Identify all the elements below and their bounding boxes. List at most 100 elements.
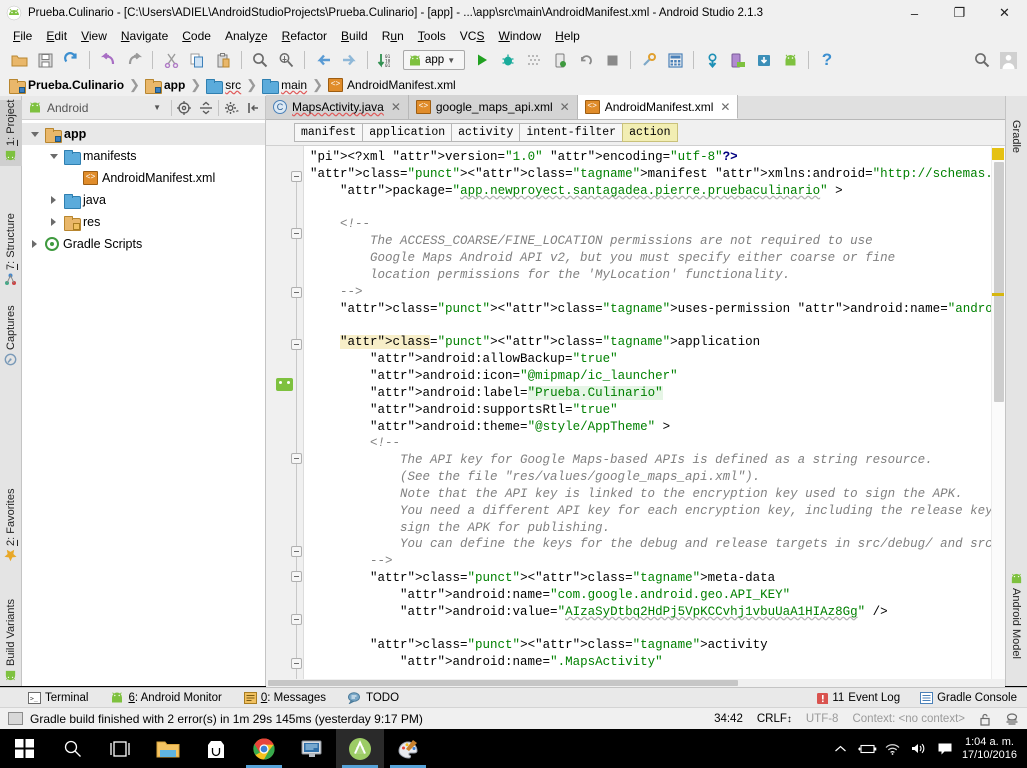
left-tool-tab-captures[interactable]: Captures: [0, 302, 22, 370]
tree-item-gradle-scripts[interactable]: Gradle Scripts: [22, 233, 265, 255]
code-content[interactable]: "pi"><?xml "attr">version="1.0" "attr">e…: [304, 146, 991, 686]
tree-item-manifests[interactable]: manifests: [22, 145, 265, 167]
menu-build[interactable]: Build: [334, 27, 375, 45]
fold-marker[interactable]: [291, 228, 302, 239]
left-tool-tab-1-project[interactable]: 1: Project: [0, 100, 22, 166]
xml-breadcrumb-application[interactable]: application: [362, 123, 453, 142]
taskbar-clock[interactable]: 1:04 a. m. 17/10/2016: [958, 736, 1027, 762]
xml-breadcrumb-action[interactable]: action: [622, 123, 678, 142]
menu-help[interactable]: Help: [548, 27, 587, 45]
menu-view[interactable]: View: [74, 27, 114, 45]
sync-gradle-icon[interactable]: [701, 49, 723, 71]
search-everywhere-icon[interactable]: [971, 49, 993, 71]
wifi-icon[interactable]: [880, 729, 906, 768]
close-icon[interactable]: ✕: [391, 100, 401, 114]
inspection-icon[interactable]: [1005, 712, 1019, 726]
find-icon[interactable]: [249, 49, 271, 71]
breadcrumb-item-main[interactable]: main: [259, 78, 310, 94]
warning-tick-marker[interactable]: [992, 293, 1004, 296]
close-icon[interactable]: ✕: [560, 100, 570, 114]
attach-debugger-icon[interactable]: [549, 49, 571, 71]
sdk-manager-icon[interactable]: [638, 49, 660, 71]
menu-run[interactable]: Run: [375, 27, 411, 45]
bottom-tool-terminal[interactable]: >_ Terminal: [28, 691, 88, 704]
help-icon[interactable]: ?: [816, 49, 838, 71]
android-gutter-icon[interactable]: [276, 378, 293, 391]
menu-edit[interactable]: Edit: [39, 27, 74, 45]
menu-window[interactable]: Window: [491, 27, 548, 45]
caret-position[interactable]: 34:42: [714, 713, 743, 725]
search-icon[interactable]: [48, 729, 96, 768]
status-message[interactable]: Gradle build finished with 2 error(s) in…: [30, 712, 423, 726]
close-icon[interactable]: ✕: [720, 100, 730, 114]
menu-file[interactable]: File: [6, 27, 39, 45]
fold-marker[interactable]: [291, 287, 302, 298]
menu-analyze[interactable]: Analyze: [218, 27, 275, 45]
editor-gutter[interactable]: [266, 146, 304, 686]
sync-icon[interactable]: [60, 49, 82, 71]
bottom-tool-event-log[interactable]: 11 Event Log: [817, 692, 900, 704]
minimize-button[interactable]: –: [892, 0, 937, 26]
user-avatar-icon[interactable]: [997, 49, 1019, 71]
tree-item-app[interactable]: app: [22, 123, 265, 145]
fold-marker[interactable]: [291, 339, 302, 350]
open-folder-icon[interactable]: [8, 49, 30, 71]
stop-icon[interactable]: [601, 49, 623, 71]
back-icon[interactable]: [312, 49, 334, 71]
hide-icon[interactable]: [243, 98, 263, 118]
warning-marker[interactable]: [992, 148, 1004, 160]
target-icon[interactable]: [174, 98, 194, 118]
right-tool-tab-gradle[interactable]: Gradle: [1005, 100, 1027, 158]
line-separator[interactable]: CRLF↕: [757, 713, 792, 725]
collapse-all-icon[interactable]: [196, 98, 216, 118]
settings-gear-icon[interactable]: [221, 98, 241, 118]
tree-item-java[interactable]: java: [22, 189, 265, 211]
run-configuration-selector[interactable]: app ▼: [403, 50, 465, 70]
xml-breadcrumb-manifest[interactable]: manifest: [294, 123, 364, 142]
breadcrumb-item-prueba-culinario[interactable]: Prueba.Culinario: [6, 78, 127, 94]
editor-horizontal-scrollbar[interactable]: [266, 679, 1005, 687]
context-indicator[interactable]: Context: <no context>: [852, 713, 965, 725]
coverage-icon[interactable]: [523, 49, 545, 71]
menu-navigate[interactable]: Navigate: [114, 27, 175, 45]
bottom-tool-messages[interactable]: 0: Messages: [243, 691, 326, 704]
menu-code[interactable]: Code: [175, 27, 218, 45]
fold-marker[interactable]: [291, 658, 302, 669]
close-button[interactable]: ✕: [982, 0, 1027, 26]
volume-icon[interactable]: [906, 729, 932, 768]
copy-icon[interactable]: [186, 49, 208, 71]
battery-icon[interactable]: [854, 729, 880, 768]
chevron-down-icon[interactable]: ▼: [447, 56, 455, 65]
download-icon[interactable]: [753, 49, 775, 71]
rerun-icon[interactable]: [575, 49, 597, 71]
editor-tab-google-maps-api-xml[interactable]: <> google_maps_api.xml ✕: [408, 95, 578, 119]
android-studio-icon[interactable]: [336, 729, 384, 768]
replace-icon[interactable]: [275, 49, 297, 71]
fold-marker[interactable]: [291, 614, 302, 625]
chevron-up-icon[interactable]: [828, 729, 854, 768]
google-chrome-icon[interactable]: [240, 729, 288, 768]
file-explorer-icon[interactable]: [144, 729, 192, 768]
breadcrumb-item-src[interactable]: src: [203, 78, 244, 94]
tree-item-res[interactable]: res: [22, 211, 265, 233]
device-monitor-icon[interactable]: [727, 49, 749, 71]
task-view-icon[interactable]: [96, 729, 144, 768]
fold-marker[interactable]: [291, 171, 302, 182]
bottom-tool-gradle-console[interactable]: Gradle Console: [920, 692, 1017, 704]
editor-tab-androidmanifest-xml[interactable]: <> AndroidManifest.xml ✕: [577, 95, 739, 119]
xml-breadcrumb-activity[interactable]: activity: [451, 123, 521, 142]
sort-icon[interactable]: 01 10 01: [375, 49, 397, 71]
chevron-right-icon[interactable]: [28, 238, 41, 251]
menu-vcs[interactable]: VCS: [453, 27, 492, 45]
code-editor[interactable]: "pi"><?xml "attr">version="1.0" "attr">e…: [266, 146, 1005, 686]
avd-manager-icon[interactable]: [664, 49, 686, 71]
left-tool-tab-7-structure[interactable]: 7: Structure: [0, 208, 22, 290]
editor-scrollbar-thumb[interactable]: [994, 162, 1004, 402]
forward-icon[interactable]: [338, 49, 360, 71]
breadcrumb-item-androidmanifest-xml[interactable]: <> AndroidManifest.xml: [325, 78, 459, 92]
tree-item-androidmanifest-xml[interactable]: <> AndroidManifest.xml: [22, 167, 265, 189]
lock-icon[interactable]: [979, 713, 991, 726]
microsoft-store-icon[interactable]: [192, 729, 240, 768]
paint-icon[interactable]: [384, 729, 432, 768]
fold-marker[interactable]: [291, 546, 302, 557]
